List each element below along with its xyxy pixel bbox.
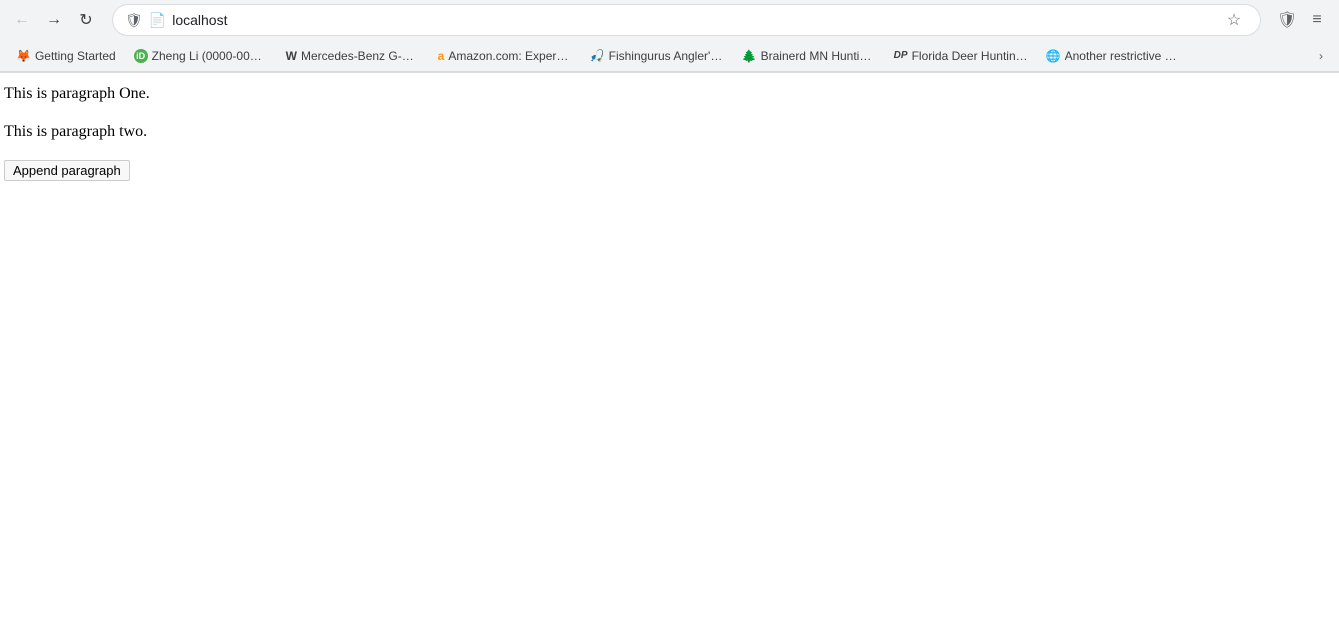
bookmark-label-brainerd: Brainerd MN Hunting ... (761, 49, 876, 63)
security-shield-icon: 🛡 (125, 12, 143, 29)
menu-button[interactable]: ≡ (1303, 6, 1331, 34)
bookmarks-overflow-button[interactable]: › (1311, 46, 1331, 66)
page-content: This is paragraph One. This is paragraph… (0, 73, 1339, 627)
firefox-shield-button[interactable]: 🛡 (1273, 6, 1301, 34)
paragraph-one: This is paragraph One. (4, 83, 1335, 105)
toolbar-right: 🛡 ≡ (1273, 6, 1331, 34)
bookmark-favicon-brainerd: 🌲 (742, 49, 757, 63)
bookmarks-bar: 🦊 Getting Started iD Zheng Li (0000-0002… (0, 40, 1339, 72)
append-paragraph-button[interactable]: Append paragraph (4, 160, 130, 181)
page-icon: 📄 (149, 12, 166, 29)
nav-bar: ← → ↻ 🛡 📄 ☆ 🛡 ≡ (0, 0, 1339, 40)
bookmark-item-zheng-li[interactable]: iD Zheng Li (0000-0002-3... (126, 45, 276, 67)
forward-button[interactable]: → (40, 6, 68, 34)
bookmark-item-getting-started[interactable]: 🦊 Getting Started (8, 45, 124, 67)
bookmark-item-another-restrictive[interactable]: 🌐 Another restrictive dee... (1038, 45, 1188, 67)
bookmark-item-fishingurus[interactable]: 🎣 Fishingurus Angler's l... (582, 45, 732, 67)
bookmark-favicon-getting-started: 🦊 (16, 49, 31, 63)
bookmark-label-amazon: Amazon.com: ExpertP... (448, 49, 571, 63)
address-bar-container: 🛡 📄 ☆ (112, 4, 1261, 36)
browser-chrome: ← → ↻ 🛡 📄 ☆ 🛡 ≡ 🦊 Get (0, 0, 1339, 73)
back-icon: ← (14, 11, 30, 29)
menu-icon: ≡ (1312, 11, 1321, 29)
address-input[interactable] (172, 12, 1214, 28)
bookmark-favicon-mercedes: W (286, 49, 297, 63)
bookmark-favicon-zheng-li: iD (134, 49, 148, 63)
bookmark-label-another-restrictive: Another restrictive dee... (1065, 49, 1180, 63)
bookmark-star-button[interactable]: ☆ (1220, 6, 1248, 34)
paragraph-two: This is paragraph two. (4, 121, 1335, 143)
bookmark-favicon-florida-deer: DP (894, 50, 908, 61)
bookmark-item-brainerd[interactable]: 🌲 Brainerd MN Hunting ... (734, 45, 884, 67)
reload-icon: ↻ (79, 10, 92, 30)
reload-button[interactable]: ↻ (72, 6, 100, 34)
bookmark-favicon-amazon: a (438, 49, 445, 63)
bookmark-favicon-another-restrictive: 🌐 (1046, 49, 1061, 63)
star-icon: ☆ (1227, 10, 1241, 30)
chevron-right-icon: › (1319, 49, 1323, 63)
bookmark-item-florida-deer[interactable]: DP Florida Deer Hunting S... (886, 45, 1036, 67)
bookmark-label-zheng-li: Zheng Li (0000-0002-3... (152, 49, 268, 63)
bookmark-label-mercedes: Mercedes-Benz G-Clas... (301, 49, 420, 63)
back-button[interactable]: ← (8, 6, 36, 34)
bookmark-label-fishingurus: Fishingurus Angler's l... (609, 49, 724, 63)
bookmark-label-getting-started: Getting Started (35, 49, 116, 63)
bookmark-item-mercedes[interactable]: W Mercedes-Benz G-Clas... (278, 45, 428, 67)
bookmark-item-amazon[interactable]: a Amazon.com: ExpertP... (430, 45, 580, 67)
bookmark-label-florida-deer: Florida Deer Hunting S... (912, 49, 1028, 63)
forward-icon: → (46, 11, 62, 29)
bookmark-favicon-fishingurus: 🎣 (590, 49, 605, 63)
firefox-shield-icon: 🛡 (1277, 10, 1297, 30)
